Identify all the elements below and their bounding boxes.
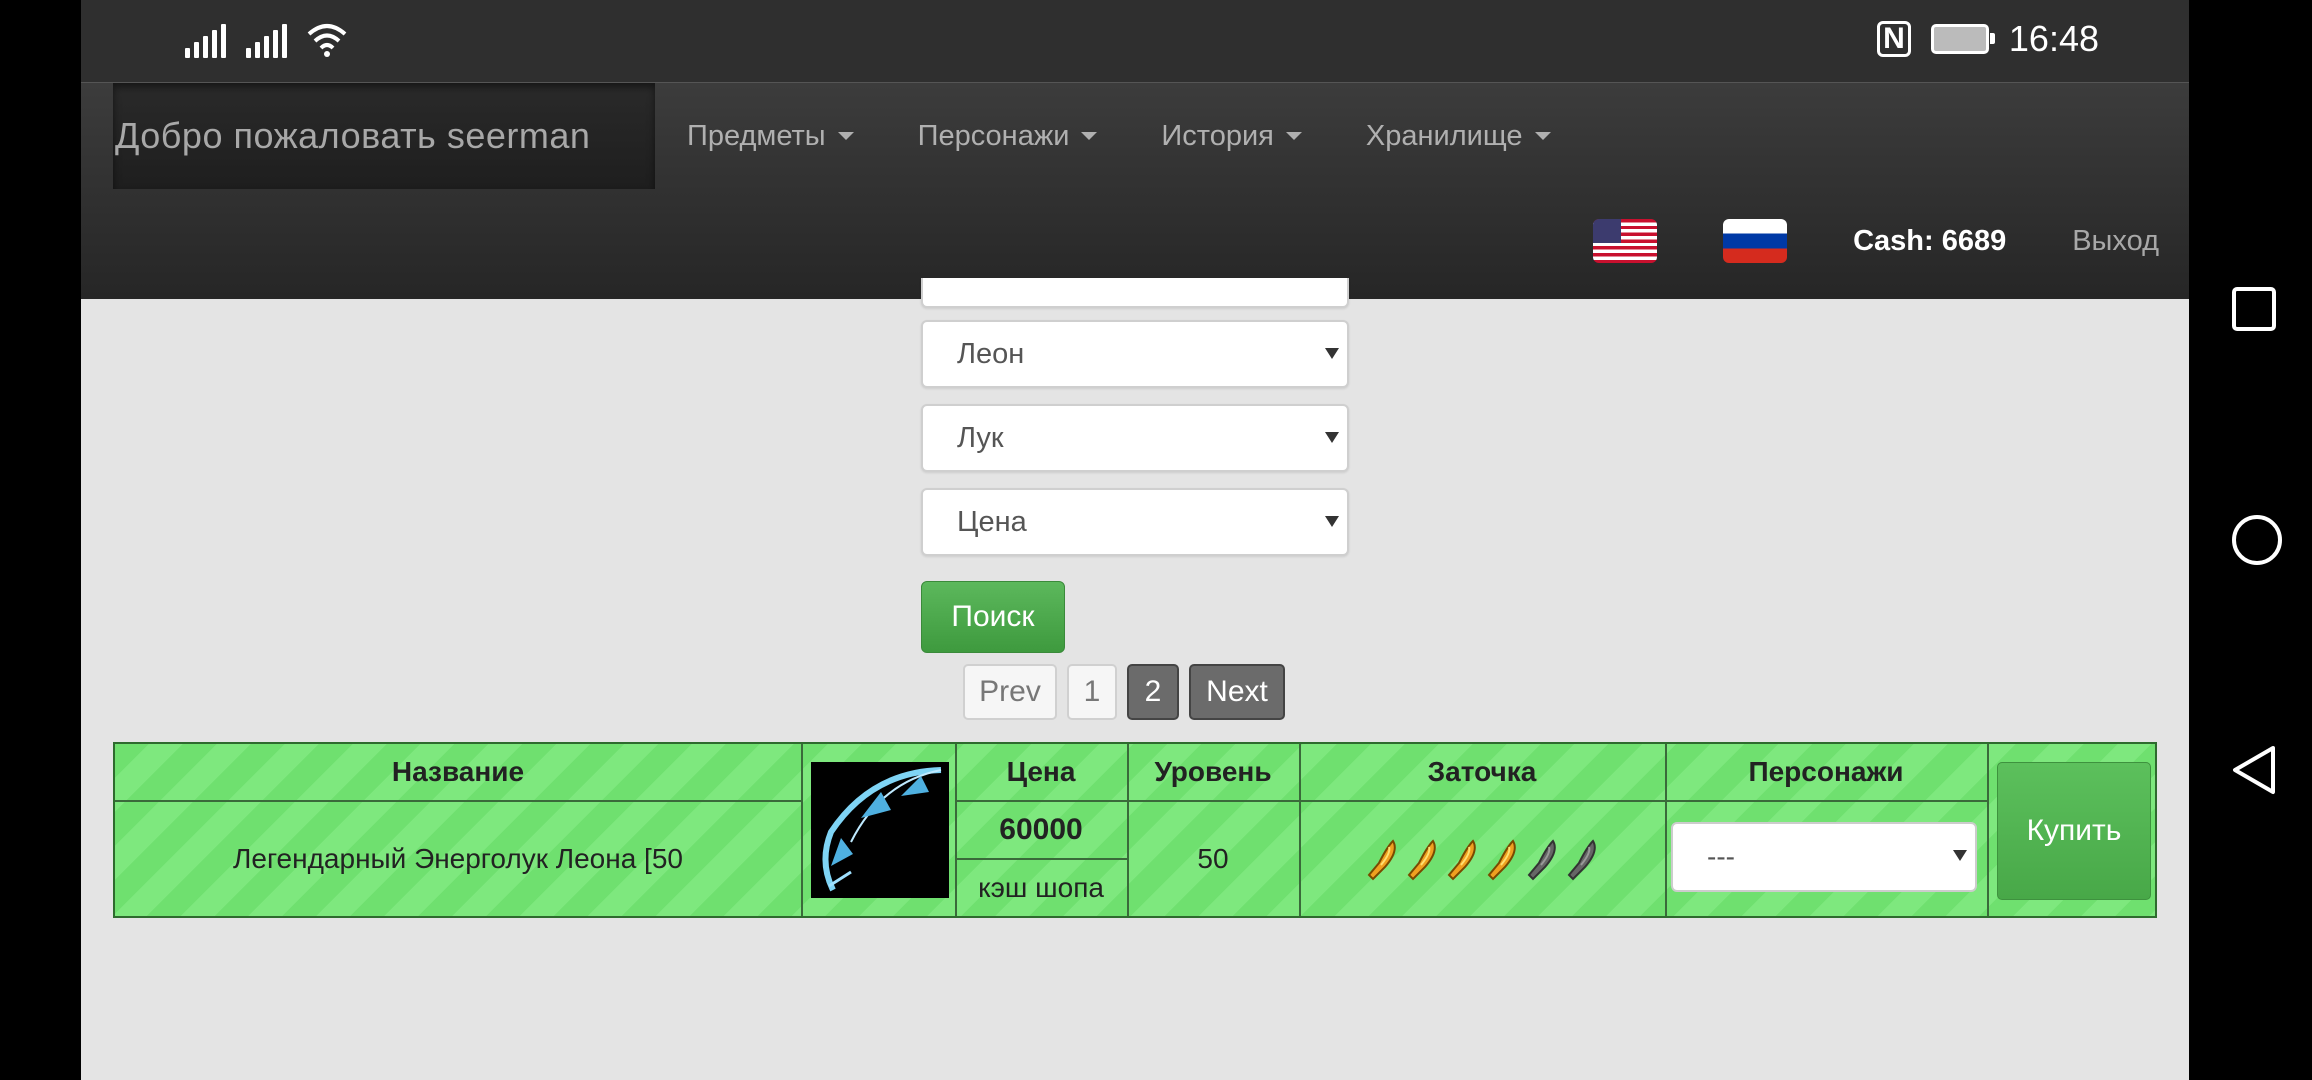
select-value: Леон	[957, 338, 1025, 370]
dropdown-arrow-icon	[1325, 516, 1339, 527]
header-level: Уровень	[1154, 756, 1272, 787]
dropdown-arrow-icon	[1325, 432, 1339, 443]
header-enchant: Заточка	[1427, 756, 1537, 787]
enchant-cell	[1299, 802, 1665, 916]
header-characters: Персонажи	[1748, 756, 1904, 787]
clock: 16:48	[2008, 18, 2099, 59]
battery-icon	[1930, 24, 1995, 54]
menu-label: Предметы	[687, 120, 826, 152]
filter-select-partial[interactable]	[921, 278, 1349, 308]
page-2-button[interactable]: 2	[1127, 664, 1179, 720]
menu-label: Персонажи	[917, 120, 1070, 152]
home-icon[interactable]	[2231, 514, 2283, 566]
status-icons-left	[185, 22, 347, 58]
header-name: Название	[391, 756, 525, 787]
wifi-icon	[307, 24, 347, 57]
system-nav-bar	[2189, 0, 2312, 1080]
status-bar: N 16:48	[81, 0, 2189, 82]
recent-apps-icon[interactable]	[2231, 286, 2277, 332]
page-1-button[interactable]: 1	[1067, 664, 1117, 720]
navbar: Добро пожаловать seerman Предметы Персон…	[81, 82, 2189, 299]
prev-page-button[interactable]: Prev	[963, 664, 1057, 720]
enchant-gem-filled-icon	[1447, 839, 1476, 881]
nav-right: Cash: 6689 Выход	[1593, 219, 2159, 263]
flag-us-icon[interactable]	[1593, 219, 1658, 263]
status-icons-right: N 16:48	[1876, 18, 2099, 60]
enchant-gem-filled-icon	[1487, 839, 1516, 881]
screen: N 16:48 Добро пожаловать seerman Предмет…	[81, 0, 2189, 1080]
buy-button[interactable]: Купить	[1997, 762, 2151, 900]
menu-storage[interactable]: Хранилище	[1366, 83, 1551, 189]
next-page-button[interactable]: Next	[1189, 664, 1285, 720]
signal-icon	[246, 24, 287, 58]
back-icon[interactable]	[2231, 744, 2277, 796]
caret-down-icon	[837, 132, 854, 140]
enchant-gem-filled-icon	[1367, 839, 1396, 881]
main-menu: Предметы Персонажи История Хранилище	[687, 83, 1615, 189]
header-price: Цена	[1006, 756, 1076, 787]
bow-item-image	[811, 762, 949, 898]
enchant-gem-empty-icon	[1527, 839, 1556, 881]
item-level: 50	[1197, 843, 1229, 874]
search-button[interactable]: Поиск	[921, 581, 1065, 653]
menu-characters[interactable]: Персонажи	[918, 83, 1098, 189]
brand-welcome[interactable]: Добро пожаловать seerman	[113, 83, 655, 189]
select-value: Цена	[957, 506, 1027, 538]
enchant-gem-empty-icon	[1567, 839, 1596, 881]
enchant-gem-filled-icon	[1407, 839, 1436, 881]
caret-down-icon	[1285, 132, 1302, 140]
caret-down-icon	[1534, 132, 1551, 140]
item-price: 60000	[999, 813, 1083, 846]
menu-history[interactable]: История	[1161, 83, 1302, 189]
character-select[interactable]: ---	[1671, 822, 1977, 892]
select-value: ---	[1707, 841, 1735, 872]
sort-select[interactable]: Цена	[921, 488, 1349, 556]
item-name: Легендарный Энерголук Леона [50	[233, 843, 683, 874]
logout-link[interactable]: Выход	[2072, 225, 2159, 258]
flag-ru-icon[interactable]	[1723, 219, 1788, 263]
menu-label: История	[1161, 120, 1274, 152]
enchant-gems	[1365, 837, 1599, 881]
menu-label: Хранилище	[1365, 120, 1523, 152]
select-value: Лук	[957, 422, 1004, 454]
shop-table: Название Цена Уровень Заточка Персонажи …	[113, 742, 2157, 918]
pagination: Prev 1 2 Next	[963, 664, 1285, 720]
caret-down-icon	[1081, 132, 1098, 140]
weapon-type-select[interactable]: Лук	[921, 404, 1349, 472]
dropdown-arrow-icon	[1325, 348, 1339, 359]
nfc-icon: N	[1876, 21, 1911, 57]
item-currency: кэш шопа	[978, 872, 1104, 903]
menu-items[interactable]: Предметы	[687, 83, 854, 189]
dropdown-arrow-icon	[1953, 850, 1967, 861]
signal-icon	[185, 24, 226, 58]
cash-balance: Cash: 6689	[1853, 224, 2007, 257]
class-select[interactable]: Леон	[921, 320, 1349, 388]
